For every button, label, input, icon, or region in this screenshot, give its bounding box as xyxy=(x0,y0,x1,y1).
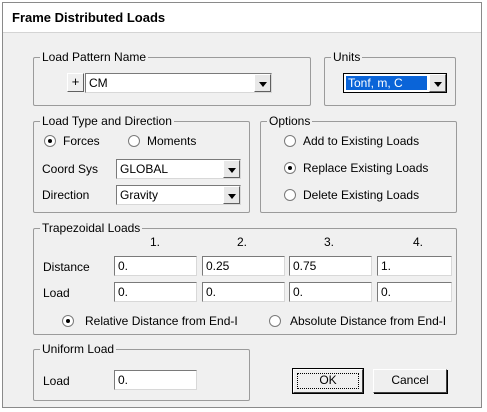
units-select[interactable]: Tonf, m, C xyxy=(343,73,447,93)
uniform-load-group: Uniform Load Load 0. xyxy=(33,342,250,401)
column-header-1: 1. xyxy=(150,235,161,249)
cancel-button[interactable]: Cancel xyxy=(373,369,447,393)
load-1-input[interactable]: 0. xyxy=(114,282,197,302)
chevron-down-icon[interactable] xyxy=(254,74,271,92)
delete-existing-label: Delete Existing Loads xyxy=(303,188,420,202)
units-selection-highlight: Tonf, m, C xyxy=(345,75,428,91)
units-value: Tonf, m, C xyxy=(348,76,403,90)
load-pattern-group: Load Pattern Name + CM xyxy=(33,50,311,106)
distance-4-input[interactable]: 1. xyxy=(377,256,452,276)
direction-value: Gravity xyxy=(120,188,159,202)
relative-distance-radio[interactable] xyxy=(62,315,74,327)
distance-row-label: Distance xyxy=(43,260,90,274)
trapezoidal-loads-group: Trapezoidal Loads 1. 2. 3. 4. Distance 0… xyxy=(33,221,457,335)
ok-button[interactable]: OK xyxy=(292,368,364,394)
chevron-down-icon[interactable] xyxy=(429,74,446,92)
options-group: Options Add to Existing Loads Replace Ex… xyxy=(260,114,457,213)
relative-distance-label: Relative Distance from End-I xyxy=(85,314,238,328)
add-load-pattern-label: + xyxy=(71,74,80,89)
coord-sys-label: Coord Sys xyxy=(42,162,99,176)
load-pattern-select[interactable]: CM xyxy=(85,73,272,93)
coord-sys-value: GLOBAL xyxy=(120,162,169,176)
ok-focus-rect xyxy=(297,373,359,389)
chevron-down-icon[interactable] xyxy=(223,160,240,178)
units-group-label: Units xyxy=(331,50,363,64)
add-existing-radio[interactable] xyxy=(284,135,296,147)
column-header-3: 3. xyxy=(324,235,335,249)
direction-select[interactable]: Gravity xyxy=(116,185,241,205)
uniform-load-label: Load xyxy=(43,374,70,388)
forces-label: Forces xyxy=(63,134,100,148)
uniform-load-input[interactable]: 0. xyxy=(114,370,197,390)
uniform-group-label: Uniform Load xyxy=(40,342,117,356)
moments-label: Moments xyxy=(147,134,197,148)
chevron-down-icon[interactable] xyxy=(223,186,240,204)
direction-label: Direction xyxy=(42,188,90,202)
distance-2-input[interactable]: 0.25 xyxy=(202,256,285,276)
distance-3-input[interactable]: 0.75 xyxy=(289,256,372,276)
load-4-input[interactable]: 0. xyxy=(377,282,452,302)
load-pattern-value: CM xyxy=(89,76,108,90)
forces-radio[interactable] xyxy=(44,135,56,147)
options-group-label: Options xyxy=(267,114,313,128)
window-title: Frame Distributed Loads xyxy=(12,10,166,25)
column-header-2: 2. xyxy=(237,235,248,249)
cancel-button-label: Cancel xyxy=(391,373,429,387)
column-header-4: 4. xyxy=(413,235,424,249)
absolute-distance-label: Absolute Distance from End-I xyxy=(290,314,447,328)
load-type-group: Load Type and Direction Forces Moments C… xyxy=(33,114,250,213)
frame-distributed-loads-dialog: Frame Distributed Loads Load Pattern Nam… xyxy=(2,2,482,408)
units-group: Units Tonf, m, C xyxy=(324,50,456,106)
replace-existing-label: Replace Existing Loads xyxy=(303,161,429,175)
absolute-distance-radio[interactable] xyxy=(269,315,281,327)
replace-existing-radio[interactable] xyxy=(284,162,296,174)
add-existing-label: Add to Existing Loads xyxy=(303,134,420,148)
delete-existing-radio[interactable] xyxy=(284,189,296,201)
trapezoidal-group-label: Trapezoidal Loads xyxy=(40,221,143,235)
load-3-input[interactable]: 0. xyxy=(289,282,372,302)
coord-sys-select[interactable]: GLOBAL xyxy=(116,159,241,179)
add-load-pattern-button[interactable]: + xyxy=(67,73,84,92)
moments-radio[interactable] xyxy=(128,135,140,147)
load-row-label: Load xyxy=(43,286,70,300)
title-bar[interactable]: Frame Distributed Loads xyxy=(3,3,481,33)
load-type-group-label: Load Type and Direction xyxy=(40,114,174,128)
distance-1-input[interactable]: 0. xyxy=(114,256,197,276)
load-pattern-group-label: Load Pattern Name xyxy=(40,50,149,64)
load-2-input[interactable]: 0. xyxy=(202,282,285,302)
